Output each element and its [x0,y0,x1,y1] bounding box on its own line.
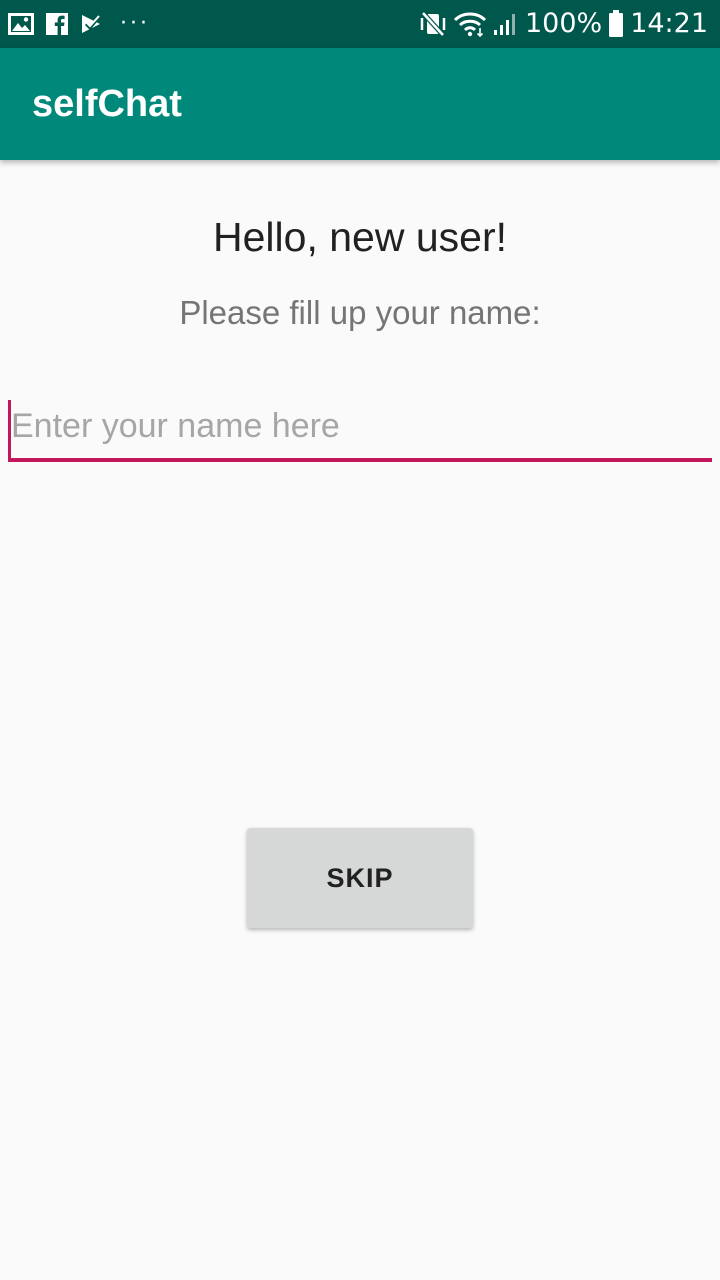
status-bar: ··· 100% 14:21 [0,0,720,48]
battery-icon [608,10,624,38]
app-bar: selfChat [0,48,720,160]
status-bar-notifications: ··· [8,0,150,48]
facebook-icon [46,13,68,35]
name-input[interactable] [8,400,712,462]
skip-button[interactable]: SKIP [247,828,473,928]
greeting-heading: Hello, new user! [213,214,507,260]
signal-icon [493,12,517,36]
app-title: selfChat [32,82,182,125]
wifi-icon [453,11,487,37]
mute-vibrate-icon [419,11,447,37]
check-notification-icon [80,13,102,35]
gallery-icon [8,13,34,35]
more-notifications-dots: ··· [120,11,150,36]
battery-percent: 100% [524,8,603,39]
status-bar-system: 100% 14:21 [413,0,708,48]
name-instruction: Please fill up your name: [179,294,541,331]
clock: 14:21 [630,8,708,39]
